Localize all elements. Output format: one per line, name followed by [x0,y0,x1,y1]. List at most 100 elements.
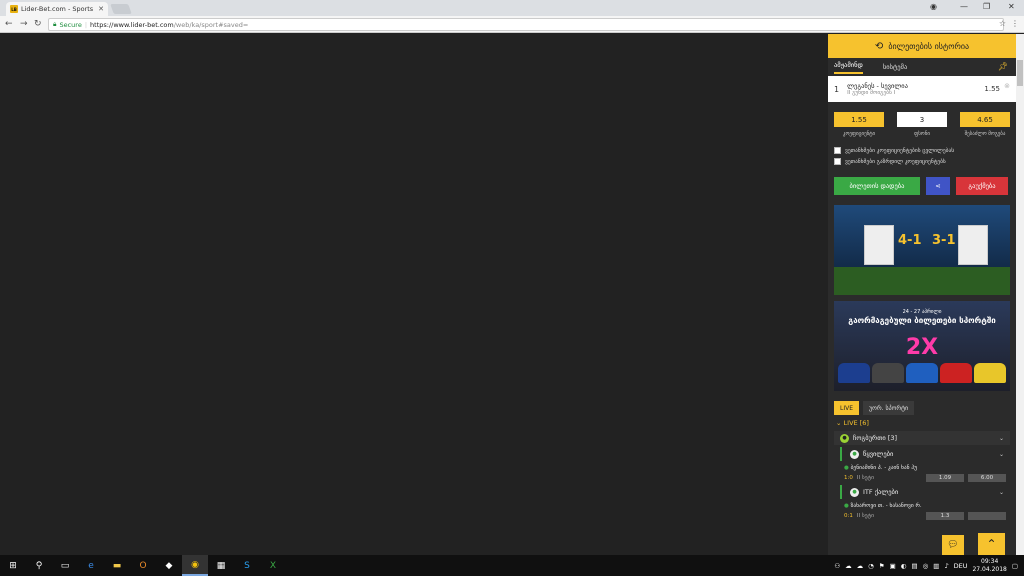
minimize-icon[interactable]: — [960,2,968,11]
car-image [906,363,938,383]
page-scrollbar[interactable] [1016,34,1024,555]
new-tab-button[interactable] [110,4,132,14]
banner-score-right: 3-1 [932,233,956,248]
outlook-icon[interactable]: O [130,555,156,576]
profile-icon[interactable]: ◉ [930,2,937,11]
tray-icon[interactable]: ◎ [923,562,929,570]
start-icon[interactable]: ⊞ [0,555,26,576]
possible-win-value: 4.65 [960,112,1010,127]
tray-icon[interactable]: ▤ [911,562,917,570]
edge-icon[interactable]: e [78,555,104,576]
banner-title: გაორმაგებული ბილეთები სპორტში [848,316,996,325]
keyboard-language[interactable]: DEU [954,562,968,570]
forward-icon[interactable]: → [20,19,28,29]
app-icon[interactable]: ◆ [156,555,182,576]
notifications-icon[interactable]: ▢ [1012,562,1018,570]
people-icon[interactable]: ⚇ [834,562,840,570]
chrome-icon[interactable]: ◉ [182,555,208,576]
scrollbar-thumb[interactable] [1017,60,1023,86]
address-toolbar: ← → ↻ 🔒︎ Secure | https://www.lider-bet.… [0,16,1024,33]
tab-current[interactable]: ამჟამინდ [834,61,863,74]
match-name: ● ბენიამინი პ. - კაინ ხან ჰუ [840,463,1010,473]
checkbox-box[interactable] [834,147,841,154]
tab-system[interactable]: სისტემა [883,63,907,71]
network-icon[interactable]: ▥ [933,562,939,570]
share-button[interactable]: ⋖ [926,177,950,195]
tray-icon[interactable]: ⚑ [879,562,885,570]
ticket-history-label: ბილეთების ისტორია [888,41,970,51]
possible-win-label: შესაძლო მოგება [964,131,1006,137]
file-explorer-icon[interactable]: ▬ [104,555,130,576]
reload-icon[interactable]: ↻ [34,19,42,29]
url-path: /web/ka/sport#saved= [173,20,249,29]
secure-label: Secure [59,20,82,29]
url-input[interactable]: 🔒︎ Secure | https://www.lider-bet.com/we… [48,18,1004,31]
skype-icon[interactable]: S [234,555,260,576]
tray-icon[interactable]: ☁ [845,562,852,570]
accept-higher-odds-checkbox[interactable]: ვეთანხმები გაზრდილ კოეფიციენტებს [834,158,1010,165]
chevron-down-icon: ⌄ [998,450,1004,458]
url-host: https://www.lider-bet.com [90,20,174,29]
tab-popular-sports[interactable]: უორ. სპორტი [863,401,915,415]
bet-selection: II გუნდი მოიგებს I [847,90,896,96]
stake-label: ფსონი [914,131,930,137]
tray-icon[interactable]: ◐ [901,562,907,570]
odd-button[interactable]: 6.00 [968,474,1006,482]
bookmark-star-icon[interactable]: ☆ [999,19,1006,28]
bet-match: ლეგანეს - სევილია [847,82,908,90]
clock[interactable]: 09:34 27.04.2018 [972,558,1006,574]
promo-banner-scores[interactable]: 4-1 3-1 [834,205,1010,295]
search-icon[interactable]: ⚲ [26,555,52,576]
back-icon[interactable]: ← [5,19,13,29]
match-item[interactable]: ● ზახაროვი თ. - ხასანოვი რ. 0:1 II სეტი … [840,501,1010,521]
bet-odd: 1.55 [984,85,1000,93]
ticket-history-button[interactable]: ⟲ ბილეთების ისტორია [828,34,1016,58]
match-set: II სეტი [856,475,874,481]
stat-odds: 1.55 კოეფიციენტი [834,112,884,137]
promo-banner-double[interactable]: 24 - 27 აპრილი გაორმაგებული ბილეთები სპო… [834,301,1010,391]
league-row[interactable]: ● ITF ქალები ⌄ [840,485,1010,499]
scroll-top-button[interactable]: ⌃ [978,533,1005,555]
stake-input[interactable]: 3 [897,112,947,127]
tray-icon[interactable]: ◔ [868,562,874,570]
system-tray: ⚇ ☁ ☁ ◔ ⚑ ▣ ◐ ▤ ◎ ▥ ♪ DEU 09:34 27.04.20… [834,555,1024,576]
chevron-down-icon: ⌄ [836,419,842,427]
excel-icon[interactable]: X [260,555,286,576]
odd-button[interactable]: 1.09 [926,474,964,482]
tray-icon[interactable]: ▣ [890,562,896,570]
chat-button[interactable]: 💬︎ [942,535,964,555]
task-view-icon[interactable]: ▭ [52,555,78,576]
remove-bet-icon[interactable]: ⊗ [1004,82,1010,90]
live-header[interactable]: ⌄ LIVE [6] [828,415,1016,431]
pin-icon[interactable]: 📌︎ [998,62,1008,71]
place-bet-button[interactable]: ბილეთის დადება [834,177,920,195]
stadium-field [834,267,1010,295]
clear-bet-button[interactable]: გაუქმება [956,177,1008,195]
tab-live[interactable]: LIVE [834,401,860,415]
maximize-icon[interactable]: ❐ [983,2,990,11]
betslip-panel: ⟲ ბილეთების ისტორია ამჟამინდ სისტემა 📌︎ … [828,34,1016,555]
match-item[interactable]: ● ბენიამინი პ. - კაინ ხან ჰუ 1:0 II სეტი… [840,463,1010,483]
sport-tennis-row[interactable]: ● ჩოგბურთი [3] ⌄ [834,431,1010,445]
chevron-down-icon: ⌄ [998,434,1004,442]
bet-stats: 1.55 კოეფიციენტი 3 ფსონი 4.65 შესაძლო მო… [828,102,1016,137]
odd-button[interactable]: 1.3 [926,512,964,520]
league-row[interactable]: ● წყვილები ⌄ [840,447,1010,461]
browser-tab[interactable]: LB Lider-Bet.com - Sports a ✕ [6,2,108,16]
match-odds-row: 0:1 II სეტი 1.3 [840,511,1010,521]
site-favicon-icon: LB [10,5,18,13]
chevron-up-icon: ⌃ [986,537,997,551]
checkbox-box[interactable] [834,158,841,165]
odd-button[interactable] [968,512,1006,520]
accept-odds-change-checkbox[interactable]: ვეთანხმები კოეფიციენტების ცვლილებას [834,147,1010,154]
browser-menu-icon[interactable]: ⋮ [1011,19,1019,28]
tray-icon[interactable]: ☁ [857,562,864,570]
tab-close-icon[interactable]: ✕ [98,5,104,13]
close-window-icon[interactable]: ✕ [1008,2,1015,11]
volume-icon[interactable]: ♪ [944,562,948,570]
lock-icon: 🔒︎ [53,20,57,28]
live-count: LIVE [6] [843,419,869,427]
league-label: წყვილები [863,450,894,458]
clock-time: 09:34 [981,557,999,565]
calculator-icon[interactable]: ▦ [208,555,234,576]
